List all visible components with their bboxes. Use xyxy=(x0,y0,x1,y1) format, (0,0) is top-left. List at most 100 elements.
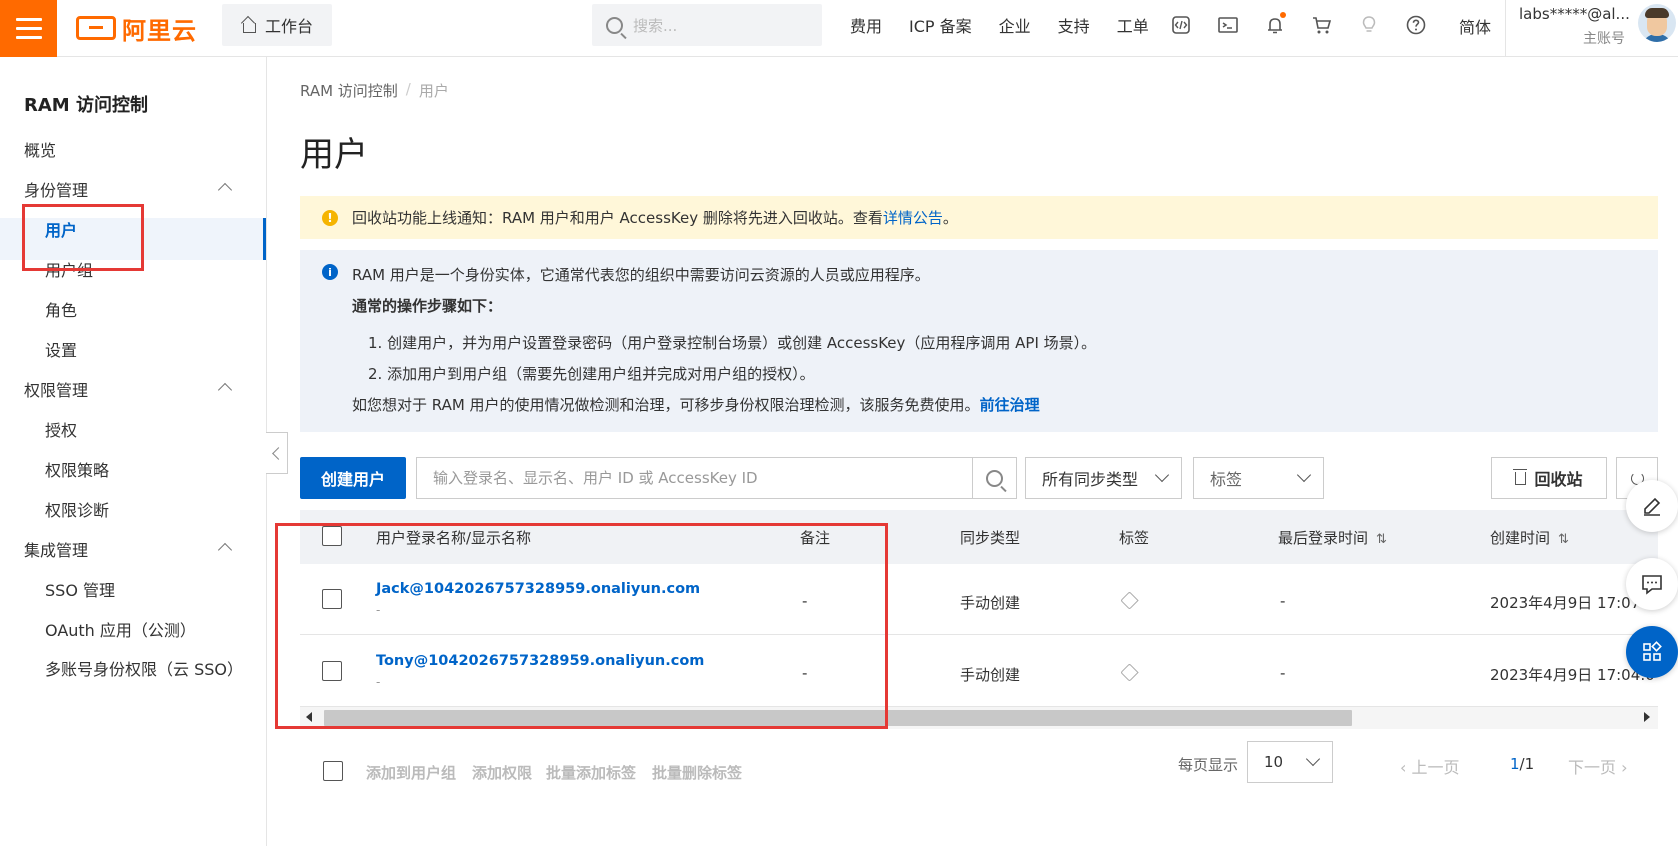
breadcrumb-separator: / xyxy=(405,80,411,98)
home-icon xyxy=(241,18,257,33)
workbench-button[interactable]: 工作台 xyxy=(222,4,332,46)
prev-page-button[interactable]: ‹ 上一页 xyxy=(1400,754,1460,778)
user-search-input[interactable] xyxy=(417,458,972,498)
trash-icon xyxy=(1513,468,1528,485)
info-line-5-text: 如您想对于 RAM 用户的使用情况做检测和治理，可移步身份权限治理检测，该服务免… xyxy=(352,396,980,414)
global-search-input[interactable]: 搜索... xyxy=(592,4,822,46)
governance-link[interactable]: 前往治理 xyxy=(980,396,1040,414)
help-icon[interactable] xyxy=(1405,14,1427,36)
breadcrumb-root[interactable]: RAM 访问控制 xyxy=(300,80,398,101)
th-sync-type: 同步类型 xyxy=(960,529,1021,547)
nav-ticket[interactable]: 工单 xyxy=(1117,13,1149,37)
apps-button[interactable] xyxy=(1626,626,1678,678)
sidebar-group-identity[interactable]: 身份管理 xyxy=(24,177,88,201)
tag-icon[interactable] xyxy=(1120,663,1139,682)
sidebar-item-settings[interactable]: 设置 xyxy=(45,337,77,361)
batch-add-tags[interactable]: 批量添加标签 xyxy=(546,762,636,783)
scroll-right-icon[interactable] xyxy=(1644,712,1650,722)
info-line-5: 如您想对于 RAM 用户的使用情况做检测和治理，可移步身份权限治理检测，该服务免… xyxy=(352,394,1040,415)
chat-icon xyxy=(1642,575,1662,595)
sidebar-item-grants[interactable]: 授权 xyxy=(45,417,77,441)
chevron-down-icon xyxy=(1154,467,1170,483)
breadcrumb-current: 用户 xyxy=(418,82,449,100)
nav-icp[interactable]: ICP 备案 xyxy=(909,13,972,37)
info-line-1: RAM 用户是一个身份实体，它通常代表您的组织中需要访问云资源的人员或应用程序。 xyxy=(352,266,930,284)
search-icon xyxy=(986,469,1003,487)
user-last-login: - xyxy=(1280,592,1286,610)
th-created-label: 创建时间 xyxy=(1490,529,1551,547)
footer-select-all-checkbox[interactable] xyxy=(323,761,343,781)
annotation-box-users-menu xyxy=(22,204,144,271)
nav-enterprise[interactable]: 企业 xyxy=(999,13,1031,37)
recycle-bin-button[interactable]: 回收站 xyxy=(1491,457,1607,499)
nav-fees[interactable]: 费用 xyxy=(850,13,882,37)
bulb-icon[interactable] xyxy=(1358,14,1380,36)
sidebar-item-overview[interactable]: 概览 xyxy=(24,137,56,161)
th-tags: 标签 xyxy=(1119,529,1150,547)
prev-page-label: 上一页 xyxy=(1411,758,1460,777)
search-icon xyxy=(606,16,623,34)
avatar[interactable] xyxy=(1638,4,1676,42)
sidebar-group-integration[interactable]: 集成管理 xyxy=(24,537,88,561)
sidebar-item-sso[interactable]: SSO 管理 xyxy=(45,577,115,601)
sidebar-active-indicator xyxy=(263,218,266,260)
page-size-select[interactable]: 10 xyxy=(1247,741,1333,783)
avatar-hair xyxy=(1645,8,1669,18)
th-last-login[interactable]: 最后登录时间 ⇅ xyxy=(1278,527,1387,548)
info-line-2: 通常的操作步骤如下： xyxy=(352,297,503,315)
th-created[interactable]: 创建时间 ⇅ xyxy=(1490,527,1569,548)
info-notice: i RAM 用户是一个身份实体，它通常代表您的组织中需要访问云资源的人员或应用程… xyxy=(300,250,1658,432)
page-size-value: 10 xyxy=(1264,753,1284,771)
notice-details-link[interactable]: 详情公告 xyxy=(883,207,943,228)
tag-icon[interactable] xyxy=(1120,591,1139,610)
sidebar-group-permissions[interactable]: 权限管理 xyxy=(24,377,88,401)
chevron-left-icon xyxy=(272,446,285,460)
tag-select-value: 标签 xyxy=(1210,470,1243,489)
sidebar-item-policies[interactable]: 权限策略 xyxy=(45,457,109,481)
chevron-up-icon[interactable] xyxy=(217,542,233,558)
th-last-login-label: 最后登录时间 xyxy=(1278,529,1369,547)
nav-support[interactable]: 支持 xyxy=(1058,13,1090,37)
batch-remove-tags[interactable]: 批量删除标签 xyxy=(652,762,742,783)
recycle-bin-label: 回收站 xyxy=(1534,470,1583,489)
chat-button[interactable] xyxy=(1626,558,1678,610)
aliyun-logo[interactable]: 阿里云 xyxy=(76,12,197,45)
total-pages: /1 xyxy=(1519,755,1535,773)
hamburger-menu-icon[interactable] xyxy=(0,0,57,57)
terminal-icon[interactable] xyxy=(1217,14,1239,36)
sort-icon: ⇅ xyxy=(1376,532,1387,547)
sidebar-item-diagnosis[interactable]: 权限诊断 xyxy=(45,497,109,521)
chevron-down-icon xyxy=(1296,467,1312,483)
tag-select[interactable]: 标签 xyxy=(1193,457,1324,499)
chevron-down-icon xyxy=(1305,751,1321,767)
chevron-up-icon[interactable] xyxy=(217,382,233,398)
code-icon[interactable] xyxy=(1170,14,1192,36)
sidebar-item-cloud-sso[interactable]: 多账号身份权限（云 SSO） xyxy=(45,656,243,680)
logo-text: 阿里云 xyxy=(122,16,197,45)
sidebar-item-oauth[interactable]: OAuth 应用（公测） xyxy=(45,617,196,641)
top-navigation-bar: 阿里云 工作台 搜索... 费用 ICP 备案 企业 支持 工单 简体 labs… xyxy=(0,0,1678,57)
search-button[interactable] xyxy=(972,458,1016,498)
global-search-placeholder: 搜索... xyxy=(633,16,678,35)
user-sync-type: 手动创建 xyxy=(960,666,1021,684)
sidebar-item-roles[interactable]: 角色 xyxy=(45,297,77,321)
page-indicator: 1/1 xyxy=(1510,755,1534,773)
language-switch[interactable]: 简体 xyxy=(1459,14,1491,38)
next-page-button[interactable]: 下一页 › xyxy=(1568,754,1628,778)
bell-icon[interactable] xyxy=(1264,12,1286,36)
account-divider xyxy=(1505,0,1506,57)
sync-type-select[interactable]: 所有同步类型 xyxy=(1025,457,1182,499)
workbench-label: 工作台 xyxy=(264,17,313,36)
sidebar-collapse-button[interactable] xyxy=(266,432,288,474)
warning-icon: ! xyxy=(322,209,338,226)
batch-add-permission[interactable]: 添加权限 xyxy=(472,762,532,783)
recycle-notice-tail: 。 xyxy=(942,209,958,227)
next-page-label: 下一页 xyxy=(1568,758,1617,777)
account-name[interactable]: labs*****@al... xyxy=(1519,5,1629,23)
recycle-notice-text: 回收站功能上线通知：RAM 用户和用户 AccessKey 删除将先进入回收站。… xyxy=(352,209,883,227)
cart-icon[interactable] xyxy=(1311,14,1333,36)
feedback-edit-button[interactable] xyxy=(1626,480,1678,532)
chevron-up-icon[interactable] xyxy=(217,182,233,198)
create-user-button[interactable]: 创建用户 xyxy=(300,457,406,499)
batch-add-to-group[interactable]: 添加到用户组 xyxy=(366,762,456,783)
